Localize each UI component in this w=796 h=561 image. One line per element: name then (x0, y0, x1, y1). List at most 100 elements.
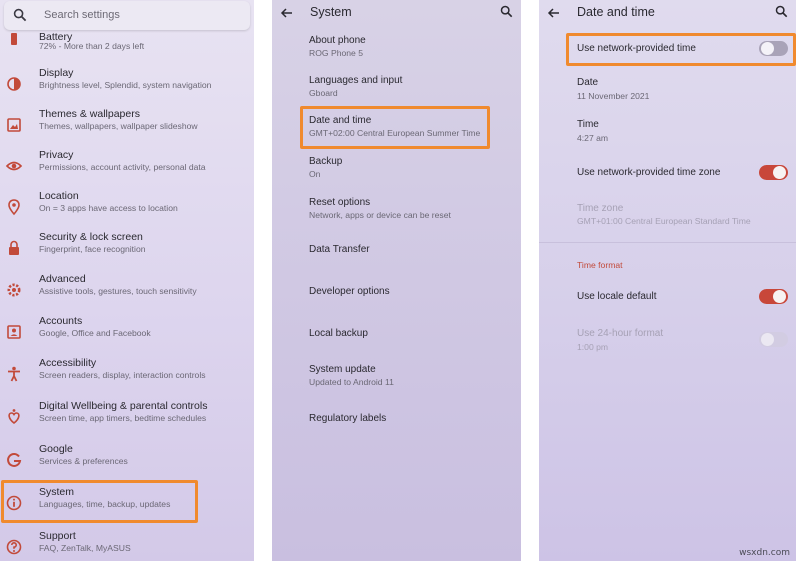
date-label: Date (577, 77, 599, 88)
system-item-data-transfer[interactable]: Data Transfer (272, 244, 521, 264)
settings-item-title: Accounts (39, 315, 83, 327)
settings-item-title: Google (39, 443, 73, 455)
toggle-knob (761, 333, 774, 346)
system-item-reset-options[interactable]: Reset options Network, apps or device ca… (272, 197, 521, 227)
hour24-toggle (759, 332, 788, 347)
system-item-title: About phone (309, 35, 366, 46)
system-item-subtitle: Updated to Android 11 (309, 377, 394, 387)
hour24-label: Use 24-hour format (577, 328, 664, 339)
settings-item-subtitle: Themes, wallpapers, wallpaper slideshow (39, 121, 198, 131)
date-time-panel: Date and time Use network-provided time … (539, 0, 796, 561)
page-title: Date and time (577, 5, 655, 19)
section-title-time-format: Time format (577, 260, 623, 270)
back-arrow-icon[interactable] (547, 6, 561, 20)
system-item-languages[interactable]: Languages and input Gboard (272, 75, 521, 105)
accessibility-icon (8, 366, 20, 382)
system-item-system-update[interactable]: System update Updated to Android 11 (272, 364, 521, 394)
toggle-knob (773, 166, 786, 179)
settings-item-wellbeing[interactable]: Digital Wellbeing & parental controls Sc… (0, 400, 254, 440)
system-item-backup[interactable]: Backup On (272, 156, 521, 186)
search-icon[interactable] (775, 5, 788, 18)
date-value: 11 November 2021 (577, 91, 650, 101)
highlight-system (1, 480, 198, 523)
settings-item-title: Location (39, 190, 79, 202)
system-item-about-phone[interactable]: About phone ROG Phone 5 (272, 35, 521, 65)
battery-icon (11, 33, 17, 45)
page-title: System (310, 5, 352, 19)
toggle-knob (773, 290, 786, 303)
system-item-regulatory-labels[interactable]: Regulatory labels (272, 413, 521, 433)
settings-item-support[interactable]: Support FAQ, ZenTalk, MyASUS (0, 530, 254, 561)
settings-item-location[interactable]: Location On = 3 apps have access to loca… (0, 190, 254, 230)
settings-item-title: Advanced (39, 273, 86, 285)
settings-item-subtitle: 72% - More than 2 days left (39, 41, 145, 51)
eye-icon (5, 161, 23, 171)
watermark: wsxdn.com (739, 548, 790, 558)
system-item-title: Data Transfer (309, 244, 370, 255)
time-zone-label: Time zone (577, 203, 624, 214)
settings-item-subtitle: Screen time, app timers, bedtime schedul… (39, 413, 207, 423)
settings-item-subtitle: Google, Office and Facebook (39, 328, 151, 338)
system-item-title: Reset options (309, 197, 371, 208)
system-item-title: Backup (309, 156, 343, 167)
search-icon[interactable] (500, 5, 513, 18)
system-item-developer-options[interactable]: Developer options (272, 286, 521, 306)
network-zone-row[interactable]: Use network-provided time zone (539, 162, 796, 186)
settings-item-display[interactable]: Display Brightness level, Splendid, syst… (0, 67, 254, 107)
network-zone-toggle[interactable] (759, 165, 788, 180)
google-icon (7, 452, 22, 467)
system-item-subtitle: ROG Phone 5 (309, 48, 363, 58)
highlight-network-time (566, 33, 796, 66)
help-icon (6, 539, 22, 555)
settings-item-subtitle: On = 3 apps have access to location (39, 203, 178, 213)
settings-item-privacy[interactable]: Privacy Permissions, account activity, p… (0, 149, 254, 189)
settings-item-subtitle: FAQ, ZenTalk, MyASUS (39, 543, 131, 553)
system-item-title: Local backup (309, 328, 368, 339)
settings-item-accounts[interactable]: Accounts Google, Office and Facebook (0, 315, 254, 355)
settings-item-subtitle: Fingerprint, face recognition (39, 244, 146, 254)
account-icon (7, 325, 21, 339)
locale-default-toggle[interactable] (759, 289, 788, 304)
wallpaper-icon (7, 118, 21, 132)
system-item-title: Languages and input (309, 75, 403, 86)
settings-item-security[interactable]: Security & lock screen Fingerprint, face… (0, 231, 254, 271)
locale-default-label: Use locale default (577, 291, 657, 302)
time-zone-value: GMT+01:00 Central European Standard Time (577, 216, 751, 226)
system-panel: System About phone ROG Phone 5 Languages… (272, 0, 521, 561)
date-row[interactable]: Date 11 November 2021 (539, 77, 796, 107)
hour24-value: 1:00 pm (577, 342, 609, 352)
system-item-title: System update (309, 364, 376, 375)
search-settings-bar[interactable]: Search settings (4, 1, 250, 30)
time-row[interactable]: Time 4:27 am (539, 119, 796, 149)
settings-item-title: Privacy (39, 149, 74, 161)
settings-item-title: Accessibility (39, 357, 97, 369)
system-item-subtitle: On (309, 169, 321, 179)
settings-item-accessibility[interactable]: Accessibility Screen readers, display, i… (0, 357, 254, 397)
settings-panel: Search settings Battery 72% - More than … (0, 0, 254, 561)
settings-item-subtitle: Permissions, account activity, personal … (39, 162, 206, 172)
date-time-header: Date and time (539, 0, 796, 26)
settings-item-themes[interactable]: Themes & wallpapers Themes, wallpapers, … (0, 108, 254, 148)
settings-item-google[interactable]: Google Services & preferences (0, 443, 254, 483)
settings-item-title: Themes & wallpapers (39, 108, 140, 120)
back-arrow-icon[interactable] (280, 6, 294, 20)
brightness-icon (7, 77, 21, 91)
location-pin-icon (8, 199, 20, 216)
settings-item-advanced[interactable]: Advanced Assistive tools, gestures, touc… (0, 273, 254, 313)
locale-default-row[interactable]: Use locale default (539, 286, 796, 310)
lock-icon (9, 240, 19, 255)
settings-item-title: Security & lock screen (39, 231, 143, 243)
highlight-date-and-time (300, 106, 490, 149)
system-item-subtitle: Gboard (309, 88, 338, 98)
system-item-subtitle: Network, apps or device can be reset (309, 210, 451, 220)
time-zone-row: Time zone GMT+01:00 Central European Sta… (539, 203, 796, 233)
settings-item-subtitle: Screen readers, display, interaction con… (39, 370, 206, 380)
hour24-row: Use 24-hour format 1:00 pm (539, 328, 796, 358)
time-label: Time (577, 119, 599, 130)
network-zone-label: Use network-provided time zone (577, 167, 721, 178)
system-item-title: Developer options (309, 286, 390, 297)
system-item-title: Regulatory labels (309, 413, 387, 424)
section-divider (539, 242, 796, 243)
system-header: System (272, 0, 521, 26)
system-item-local-backup[interactable]: Local backup (272, 328, 521, 348)
